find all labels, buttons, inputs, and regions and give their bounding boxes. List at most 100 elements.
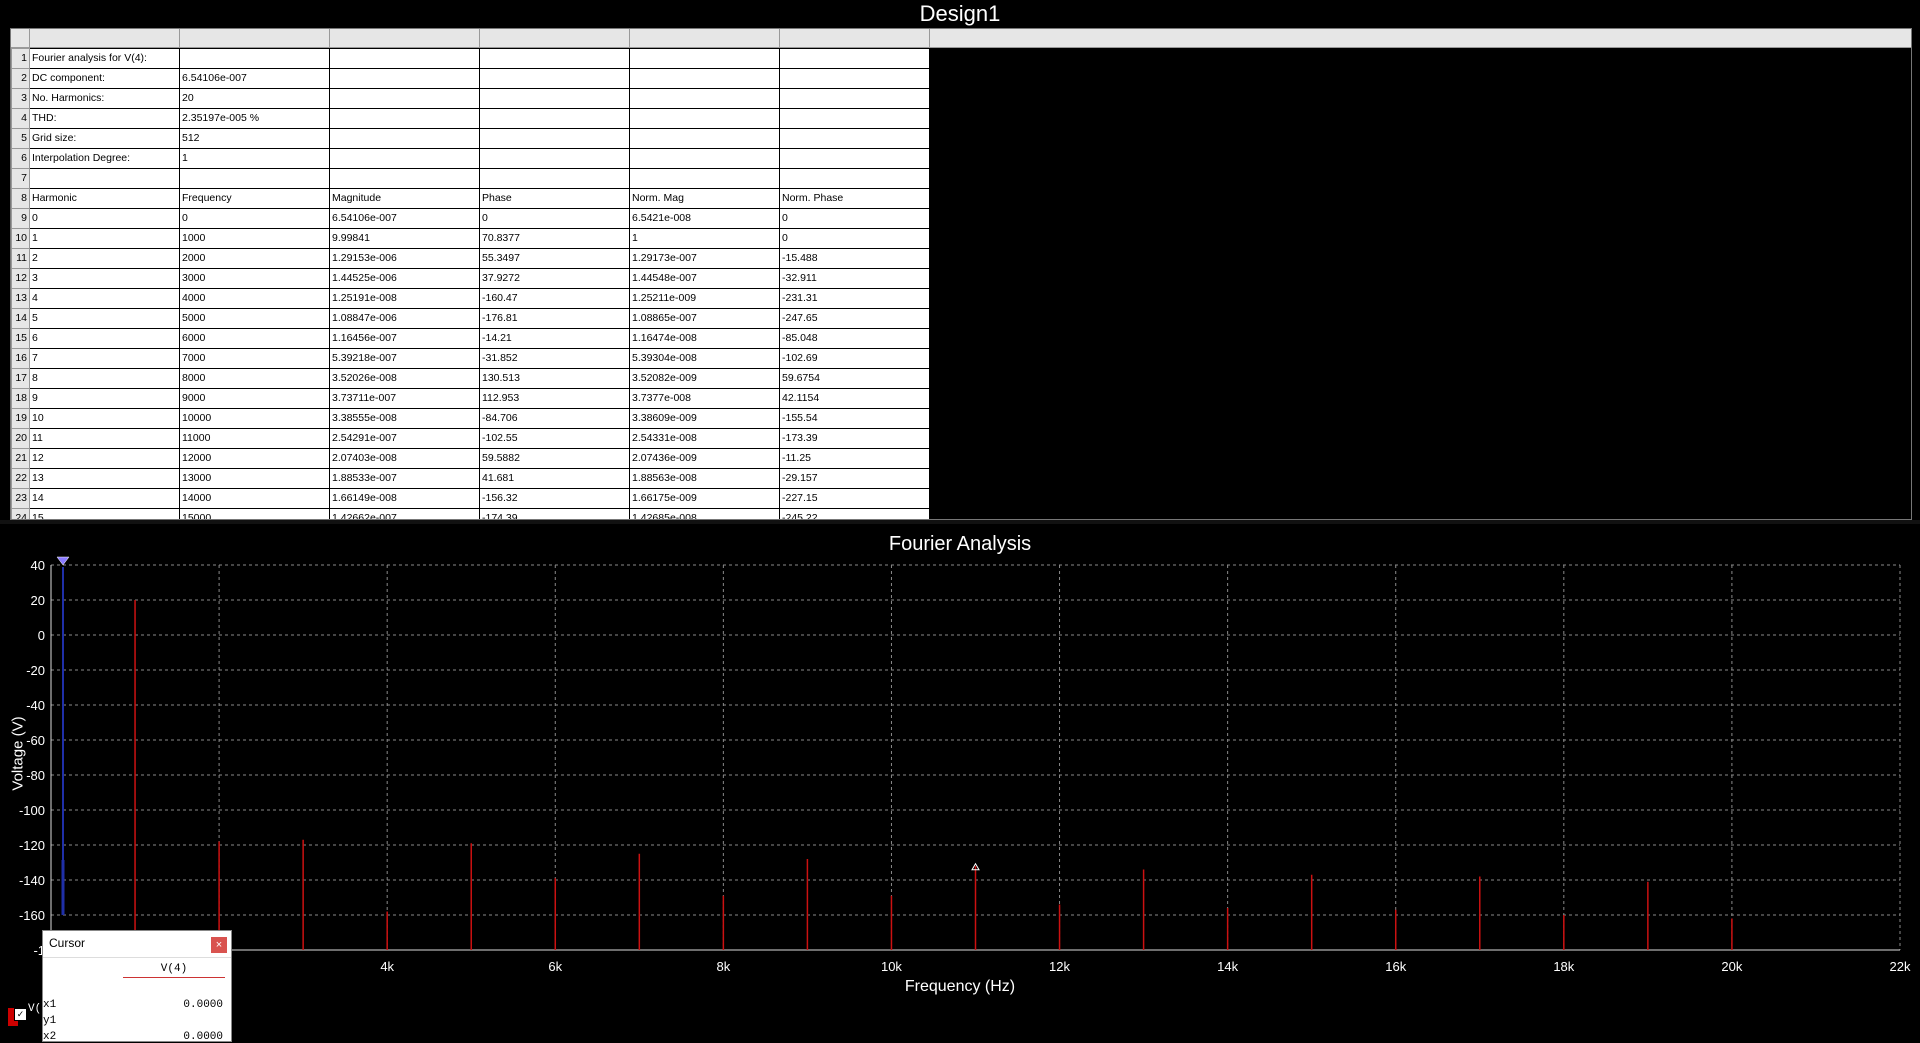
- table-cell[interactable]: 112.953: [479, 388, 630, 409]
- table-cell[interactable]: 20: [179, 88, 330, 109]
- fourier-plot[interactable]: 40200-20-40-60-80-100-120-140-160-1k4k6k…: [0, 550, 1920, 980]
- table-cell[interactable]: 1.66149e-008: [329, 488, 480, 509]
- table-cell[interactable]: [329, 88, 480, 109]
- table-cell[interactable]: -160.47: [479, 288, 630, 309]
- table-cell[interactable]: 1000: [179, 228, 330, 249]
- table-cell[interactable]: -245.22: [779, 508, 930, 519]
- close-icon[interactable]: ×: [211, 937, 227, 953]
- table-cell[interactable]: 2.35197e-005 %: [179, 108, 330, 129]
- table-cell[interactable]: -102.69: [779, 348, 930, 369]
- table-cell[interactable]: [179, 168, 330, 189]
- table-cell[interactable]: 4000: [179, 288, 330, 309]
- table-cell[interactable]: 1: [629, 228, 780, 249]
- table-cell[interactable]: 2.07436e-009: [629, 448, 780, 469]
- table-cell[interactable]: 59.5882: [479, 448, 630, 469]
- column-header[interactable]: [330, 29, 480, 47]
- table-cell[interactable]: -227.15: [779, 488, 930, 509]
- table-cell[interactable]: Norm. Mag: [629, 188, 780, 209]
- table-cell[interactable]: 55.3497: [479, 248, 630, 269]
- table-cell[interactable]: 6: [29, 328, 180, 349]
- table-cell[interactable]: 6.54106e-007: [329, 208, 480, 229]
- fourier-results-grid[interactable]: 1 Fourier analysis for V(4): 2 DC component…: [10, 28, 1912, 520]
- table-cell[interactable]: -247.65: [779, 308, 930, 329]
- column-header[interactable]: [630, 29, 780, 47]
- table-cell[interactable]: [329, 108, 480, 129]
- table-cell[interactable]: Harmonic: [29, 188, 180, 209]
- table-cell[interactable]: 10000: [179, 408, 330, 429]
- column-header[interactable]: [180, 29, 330, 47]
- table-cell[interactable]: 41.681: [479, 468, 630, 489]
- table-cell[interactable]: 5000: [179, 308, 330, 329]
- table-cell[interactable]: 0: [479, 208, 630, 229]
- table-cell[interactable]: [329, 148, 480, 169]
- table-cell[interactable]: DC component:: [29, 68, 180, 89]
- table-cell[interactable]: 5.39218e-007: [329, 348, 480, 369]
- table-cell[interactable]: 4: [29, 288, 180, 309]
- table-cell[interactable]: 6.5421e-008: [629, 208, 780, 229]
- trace-visibility-checkbox[interactable]: ✓: [14, 1008, 27, 1021]
- table-cell[interactable]: [479, 68, 630, 89]
- table-cell[interactable]: 12: [29, 448, 180, 469]
- table-cell[interactable]: 8000: [179, 368, 330, 389]
- table-cell[interactable]: 0: [779, 228, 930, 249]
- table-cell[interactable]: 1.88533e-007: [329, 468, 480, 489]
- table-cell[interactable]: 1.16456e-007: [329, 328, 480, 349]
- table-cell[interactable]: 1.08847e-006: [329, 308, 480, 329]
- table-cell[interactable]: 2000: [179, 248, 330, 269]
- table-cell[interactable]: -31.852: [479, 348, 630, 369]
- table-cell[interactable]: 3: [29, 268, 180, 289]
- table-cell[interactable]: [479, 128, 630, 149]
- table-cell[interactable]: 512: [179, 128, 330, 149]
- table-cell[interactable]: -173.39: [779, 428, 930, 449]
- table-cell[interactable]: 11000: [179, 428, 330, 449]
- table-cell[interactable]: 12000: [179, 448, 330, 469]
- table-cell[interactable]: -156.32: [479, 488, 630, 509]
- table-cell[interactable]: 0: [179, 208, 330, 229]
- table-cell[interactable]: [329, 68, 480, 89]
- column-header[interactable]: [480, 29, 630, 47]
- table-cell[interactable]: -176.81: [479, 308, 630, 329]
- table-cell[interactable]: 1.08865e-007: [629, 308, 780, 329]
- table-cell[interactable]: Norm. Phase: [779, 188, 930, 209]
- table-cell[interactable]: [779, 88, 930, 109]
- table-cell[interactable]: 1.16474e-008: [629, 328, 780, 349]
- table-cell[interactable]: [629, 48, 780, 69]
- table-cell[interactable]: 0: [779, 208, 930, 229]
- table-cell[interactable]: [629, 168, 780, 189]
- table-cell[interactable]: 7000: [179, 348, 330, 369]
- table-cell[interactable]: 37.9272: [479, 268, 630, 289]
- table-cell[interactable]: 59.6754: [779, 368, 930, 389]
- table-cell[interactable]: -102.55: [479, 428, 630, 449]
- table-cell[interactable]: -32.911: [779, 268, 930, 289]
- table-cell[interactable]: -155.54: [779, 408, 930, 429]
- table-cell[interactable]: 1.25211e-009: [629, 288, 780, 309]
- table-cell[interactable]: [479, 48, 630, 69]
- table-cell[interactable]: [479, 148, 630, 169]
- table-cell[interactable]: 0: [29, 208, 180, 229]
- table-cell[interactable]: 2.54331e-008: [629, 428, 780, 449]
- table-cell[interactable]: 9: [29, 388, 180, 409]
- table-cell[interactable]: 9000: [179, 388, 330, 409]
- table-cell[interactable]: 2.54291e-007: [329, 428, 480, 449]
- table-cell[interactable]: 1.42662e-007: [329, 508, 480, 519]
- table-cell[interactable]: 15000: [179, 508, 330, 519]
- cursor-panel[interactable]: Cursor × V(4) x1 0.0000 y1 x2 0.0000: [42, 930, 232, 1043]
- table-cell[interactable]: 1: [179, 148, 330, 169]
- table-cell[interactable]: [779, 48, 930, 69]
- table-cell[interactable]: 5: [29, 308, 180, 329]
- table-cell[interactable]: [629, 108, 780, 129]
- table-cell[interactable]: 3.73711e-007: [329, 388, 480, 409]
- table-cell[interactable]: 9.99841: [329, 228, 480, 249]
- table-cell[interactable]: -231.31: [779, 288, 930, 309]
- table-cell[interactable]: Grid size:: [29, 128, 180, 149]
- table-cell[interactable]: 14: [29, 488, 180, 509]
- table-cell[interactable]: 1.42685e-008: [629, 508, 780, 519]
- table-cell[interactable]: [329, 48, 480, 69]
- table-cell[interactable]: 1.66175e-009: [629, 488, 780, 509]
- table-cell[interactable]: [779, 108, 930, 129]
- table-cell[interactable]: [629, 88, 780, 109]
- table-cell[interactable]: Phase: [479, 188, 630, 209]
- table-cell[interactable]: [629, 68, 780, 89]
- table-cell[interactable]: 70.8377: [479, 228, 630, 249]
- table-cell[interactable]: [329, 168, 480, 189]
